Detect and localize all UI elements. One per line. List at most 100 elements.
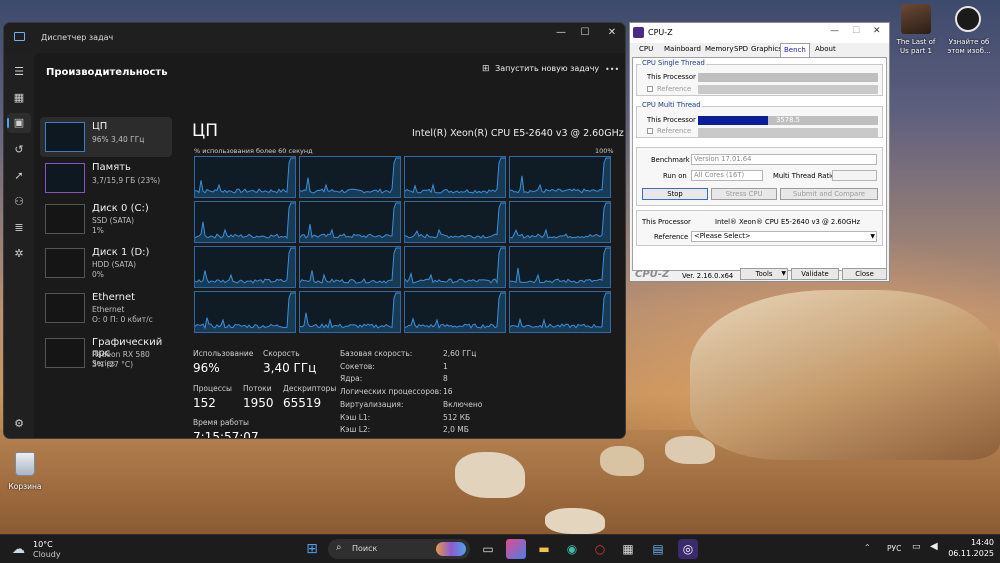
detail-value: 8: [443, 374, 448, 384]
detail-key: Кэш L1:: [340, 412, 371, 422]
usage-label: Использование: [193, 349, 254, 358]
taskbar-search[interactable]: ⌕ Поиск: [328, 539, 470, 559]
perf-item-cpu[interactable]: ЦП 96% 3,40 ГГц: [40, 117, 172, 157]
cpuz-minimize-button[interactable]: —: [830, 26, 839, 36]
maximize-button[interactable]: ☐: [576, 27, 594, 38]
submit-compare-button[interactable]: Submit and Compare: [780, 188, 878, 200]
detail-value: Включено: [443, 399, 483, 409]
perf-item-sub2: 0%: [92, 270, 104, 279]
game-shortcut[interactable]: The Last of Us part 1: [893, 4, 939, 60]
graph-max-label: 100%: [595, 147, 614, 155]
cpuz-taskbar-icon[interactable]: ◎: [678, 539, 698, 559]
run-on-select[interactable]: All Cores (16T): [691, 170, 763, 181]
processes-icon[interactable]: ▦: [10, 91, 28, 105]
tools-dropdown-icon: ▼: [781, 270, 786, 277]
reference-select-value: <Please Select>: [694, 232, 751, 240]
startup-apps-icon[interactable]: ➚: [10, 169, 28, 183]
nav-active-indicator: [7, 118, 9, 128]
detail-key: Базовая скорость:: [340, 349, 413, 358]
tm-titlebar[interactable]: Диспетчер задач — ☐ ✕: [4, 23, 625, 53]
perf-item-gpu[interactable]: Графический прс Radeon RX 580 Series 3% …: [40, 333, 172, 373]
processor-group: This Processor Intel® Xeon® CPU E5-2640 …: [636, 210, 883, 246]
task-manager-window: Диспетчер задач — ☐ ✕ ☰ ▦ ▣ ↺ ➚ ⚇ ≣ ✲ ⚙ …: [3, 22, 626, 439]
cpuz-tab-cpu[interactable]: CPU: [636, 45, 656, 57]
start-button[interactable]: ⊞: [302, 539, 322, 559]
minimize-button[interactable]: —: [552, 27, 570, 38]
spotlight-shortcut[interactable]: Узнайте об этом изоб...: [944, 4, 994, 60]
settings-gear-icon[interactable]: ⚙: [10, 417, 28, 431]
services-icon[interactable]: ✲: [10, 247, 28, 261]
detail-value: 20,0 МБ: [443, 438, 474, 439]
detail-key: Кэш L3:: [340, 438, 370, 439]
gpu-mini-graph: [45, 338, 85, 368]
details-icon[interactable]: ≣: [10, 221, 28, 235]
wallpaper-rock: [665, 436, 715, 464]
logical-processor-graphs: [194, 156, 613, 334]
recycle-bin-shortcut[interactable]: Корзина: [4, 452, 46, 492]
task-view-icon[interactable]: ▭: [478, 539, 498, 559]
close-button[interactable]: Close: [842, 268, 887, 280]
reference-select[interactable]: <Please Select> ▼: [691, 231, 877, 242]
cpuz-tab-bench[interactable]: Bench: [780, 43, 810, 58]
multi-thread-ratio-label: Multi Thread Ratio: [773, 172, 836, 180]
wallpaper-rock: [690, 290, 1000, 460]
network-icon[interactable]: ▭: [912, 542, 921, 552]
task-manager-app-icon: [14, 32, 25, 41]
disk0-mini-graph: [45, 204, 85, 234]
users-icon[interactable]: ⚇: [10, 195, 28, 209]
perf-item-ethernet[interactable]: Ethernet Ethernet О: 0 П: 0 кбит/с: [40, 288, 172, 328]
opera-browser-icon[interactable]: ○: [590, 539, 610, 559]
copilot-icon[interactable]: [506, 539, 526, 559]
ratio-field: [832, 170, 877, 181]
hamburger-menu-icon[interactable]: ☰: [10, 65, 28, 79]
cpuz-maximize-button[interactable]: ☐: [852, 26, 860, 36]
reference-checkbox[interactable]: [647, 86, 653, 92]
edge-browser-icon[interactable]: ◉: [562, 539, 582, 559]
cpuz-tab-mainboard[interactable]: Mainboard: [661, 45, 704, 57]
run-task-label: Запустить новую задачу: [495, 64, 600, 73]
this-processor-value: Intel® Xeon® CPU E5-2640 v3 @ 2.60GHz: [715, 218, 861, 226]
logical-processor-graph: [404, 246, 506, 288]
run-on-label: Run on: [663, 172, 687, 180]
logical-processor-graph: [194, 201, 296, 243]
stress-cpu-button[interactable]: Stress CPU: [711, 188, 777, 200]
validate-button[interactable]: Validate: [791, 268, 839, 280]
volume-icon[interactable]: ◀: [930, 541, 938, 552]
perf-item-sub2: 3% (27 °C): [92, 360, 134, 369]
language-indicator[interactable]: РУС: [887, 544, 901, 553]
perf-item-sub: HDD (SATA): [92, 260, 137, 269]
perf-item-disk0[interactable]: Диск 0 (C:) SSD (SATA) 1%: [40, 199, 172, 239]
perf-item-disk1[interactable]: Диск 1 (D:) HDD (SATA) 0%: [40, 243, 172, 283]
cpuz-titlebar[interactable]: CPU-Z — ☐ ✕: [630, 23, 889, 43]
perf-item-memory[interactable]: Память 3,7/15,9 ГБ (23%): [40, 158, 172, 198]
dropdown-arrow-icon: ▼: [870, 233, 875, 240]
weather-widget[interactable]: ☁ 10°C Cloudy: [10, 538, 70, 560]
perf-item-title: Диск 0 (C:): [92, 203, 149, 214]
perf-item-sub2: 1%: [92, 226, 104, 235]
app-history-icon[interactable]: ↺: [10, 143, 28, 157]
file-explorer-icon[interactable]: ▬: [534, 539, 554, 559]
performance-nav-button[interactable]: ▣: [7, 113, 31, 133]
logical-processor-graph: [509, 246, 611, 288]
usage-value: 96%: [193, 361, 220, 375]
reference-checkbox[interactable]: [647, 128, 653, 134]
more-options-button[interactable]: •••: [605, 65, 619, 74]
store-icon[interactable]: ▦: [618, 539, 638, 559]
perf-item-title: Память: [92, 162, 131, 173]
detail-key: Кэш L2:: [340, 425, 371, 435]
task-manager-taskbar-icon[interactable]: ▤: [648, 539, 668, 559]
stop-button[interactable]: Stop: [642, 188, 708, 200]
tools-button[interactable]: Tools ▼: [740, 268, 788, 280]
show-hidden-icons[interactable]: ⌃: [864, 543, 871, 552]
detail-key: Ядра:: [340, 374, 363, 384]
benchmark-version-select[interactable]: Version 17.01.64: [691, 154, 877, 165]
reference-label: Reference: [657, 127, 692, 135]
multi-thread-score: 3578.5: [776, 116, 800, 124]
clock[interactable]: 14:40 06.11.2025: [944, 537, 994, 561]
cpuz-tab-about[interactable]: About: [812, 45, 839, 57]
cpuz-close-button[interactable]: ✕: [873, 26, 881, 36]
run-new-task-button[interactable]: ⊞ Запустить новую задачу: [482, 64, 599, 80]
cpuz-title: CPU-Z: [648, 28, 673, 37]
threads-label: Потоки: [243, 384, 272, 393]
close-button[interactable]: ✕: [603, 27, 621, 38]
